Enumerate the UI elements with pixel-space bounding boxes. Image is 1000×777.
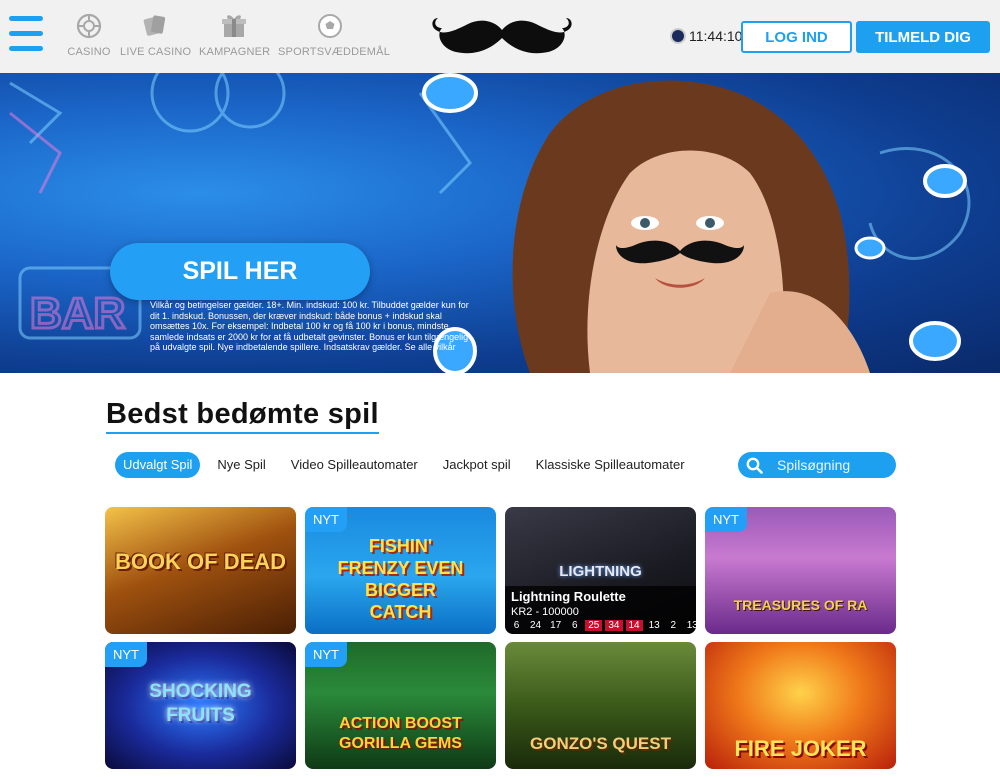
game-tile-fire-joker[interactable]: FIRE JOKER xyxy=(705,642,896,769)
mustache-logo[interactable] xyxy=(430,12,574,64)
svg-text:BAR: BAR xyxy=(30,289,125,338)
casino-page: CASINO LIVE CASINO KAMPAGNER SPORTSVÆDDE… xyxy=(0,0,1000,777)
nav-sportsvaeddemaal[interactable]: SPORTSVÆDDEMÅL xyxy=(278,13,390,60)
login-button[interactable]: LOG IND xyxy=(741,21,852,53)
game-title: SHOCKING FRUITS xyxy=(149,681,252,726)
result-number: 6 xyxy=(513,620,520,631)
game-title: Lightning Roulette xyxy=(511,589,626,604)
nav-kampagner-label: KAMPAGNER xyxy=(199,46,271,58)
hero-banner[interactable]: BAR SPIL HER Vilkår og betingelser gælde… xyxy=(0,73,1000,373)
game-tile-action-boost-gorilla-gems[interactable]: ACTION BOOST GORILLA GEMS NYT xyxy=(305,642,496,769)
result-number: 17 xyxy=(550,620,562,631)
tab-udvalgt-spil[interactable]: Udvalgt Spil xyxy=(115,452,201,478)
result-number: 13 xyxy=(648,620,660,631)
result-number: 2 xyxy=(670,620,677,631)
result-number: 24 xyxy=(530,620,542,631)
hamburger-menu-icon[interactable] xyxy=(9,14,45,54)
game-title: FISHIN' FRENZY EVEN BIGGER CATCH xyxy=(337,536,464,622)
table-limits: KR2 - 100000 xyxy=(511,606,579,618)
new-badge: NYT xyxy=(705,507,747,532)
section-title: Bedst bedømte spil xyxy=(106,398,379,434)
gift-icon xyxy=(222,15,246,37)
football-icon xyxy=(318,14,342,38)
game-title: GONZO'S QUEST xyxy=(530,734,671,753)
play-here-button[interactable]: SPIL HER xyxy=(110,243,370,300)
new-badge: NYT xyxy=(305,642,347,667)
top-header: CASINO LIVE CASINO KAMPAGNER SPORTSVÆDDE… xyxy=(0,0,1000,73)
game-search-input[interactable]: Spilsøgning xyxy=(738,452,896,478)
result-number: 14 xyxy=(625,620,643,631)
game-tile-treasures-of-ra[interactable]: TREASURES OF RA NYT xyxy=(705,507,896,634)
hero-model-image xyxy=(512,80,870,373)
game-tile-shocking-fruits[interactable]: SHOCKING FRUITS NYT xyxy=(105,642,296,769)
nav-sportsvaeddemaal-label: SPORTSVÆDDEMÅL xyxy=(278,46,391,58)
cards-icon xyxy=(143,15,166,36)
game-title: TREASURES OF RA xyxy=(733,597,868,613)
nav-live-casino-label: LIVE CASINO xyxy=(120,46,192,58)
result-number: 25 xyxy=(585,620,603,631)
game-tile-gonzos-quest[interactable]: GONZO'S QUEST xyxy=(505,642,696,769)
signup-button[interactable]: TILMELD DIG xyxy=(856,21,990,53)
tab-jackpot-spil[interactable]: Jackpot spil xyxy=(435,452,519,478)
tab-video-spilleautomater[interactable]: Video Spilleautomater xyxy=(283,452,426,478)
game-tile-fishin-frenzy[interactable]: FISHIN' FRENZY EVEN BIGGER CATCH NYT xyxy=(305,507,496,634)
tab-nye-spil[interactable]: Nye Spil xyxy=(209,452,273,478)
game-category-tabs: Udvalgt Spil Nye Spil Video Spilleautoma… xyxy=(115,452,702,478)
nav-live-casino[interactable]: LIVE CASINO xyxy=(120,13,192,60)
tab-klassiske-spilleautomater[interactable]: Klassiske Spilleautomater xyxy=(528,452,693,478)
result-number: 34 xyxy=(605,620,623,631)
search-placeholder: Spilsøgning xyxy=(777,457,851,473)
game-title: FIRE JOKER xyxy=(734,736,867,761)
casino-chip-icon xyxy=(76,13,102,39)
game-tile-lightning-roulette[interactable]: LIGHTNING Lightning Roulette KR2 - 10000… xyxy=(505,507,696,634)
lightning-logo-text: LIGHTNING xyxy=(559,563,642,580)
hero-terms-text[interactable]: Vilkår og betingelser gælder. 18+. Min. … xyxy=(150,300,475,353)
nav-casino[interactable]: CASINO xyxy=(66,13,112,60)
clock: 11:44:10 xyxy=(670,28,742,44)
game-title: BOOK OF DEAD xyxy=(114,549,287,574)
new-badge: NYT xyxy=(305,507,347,532)
search-icon xyxy=(746,457,763,474)
clock-time: 11:44:10 xyxy=(689,28,743,44)
result-number: 6 xyxy=(571,620,578,631)
game-title: ACTION BOOST GORILLA GEMS xyxy=(339,715,462,752)
nav-kampagner[interactable]: KAMPAGNER xyxy=(199,13,271,60)
clock-icon xyxy=(670,28,686,44)
result-number: 13 xyxy=(686,620,696,631)
new-badge: NYT xyxy=(105,642,147,667)
nav-casino-label: CASINO xyxy=(67,46,111,58)
game-tile-book-of-dead[interactable]: BOOK OF DEAD xyxy=(105,507,296,634)
recent-results: 6 24 17 6 25 34 14 13 2 13 xyxy=(509,620,696,631)
